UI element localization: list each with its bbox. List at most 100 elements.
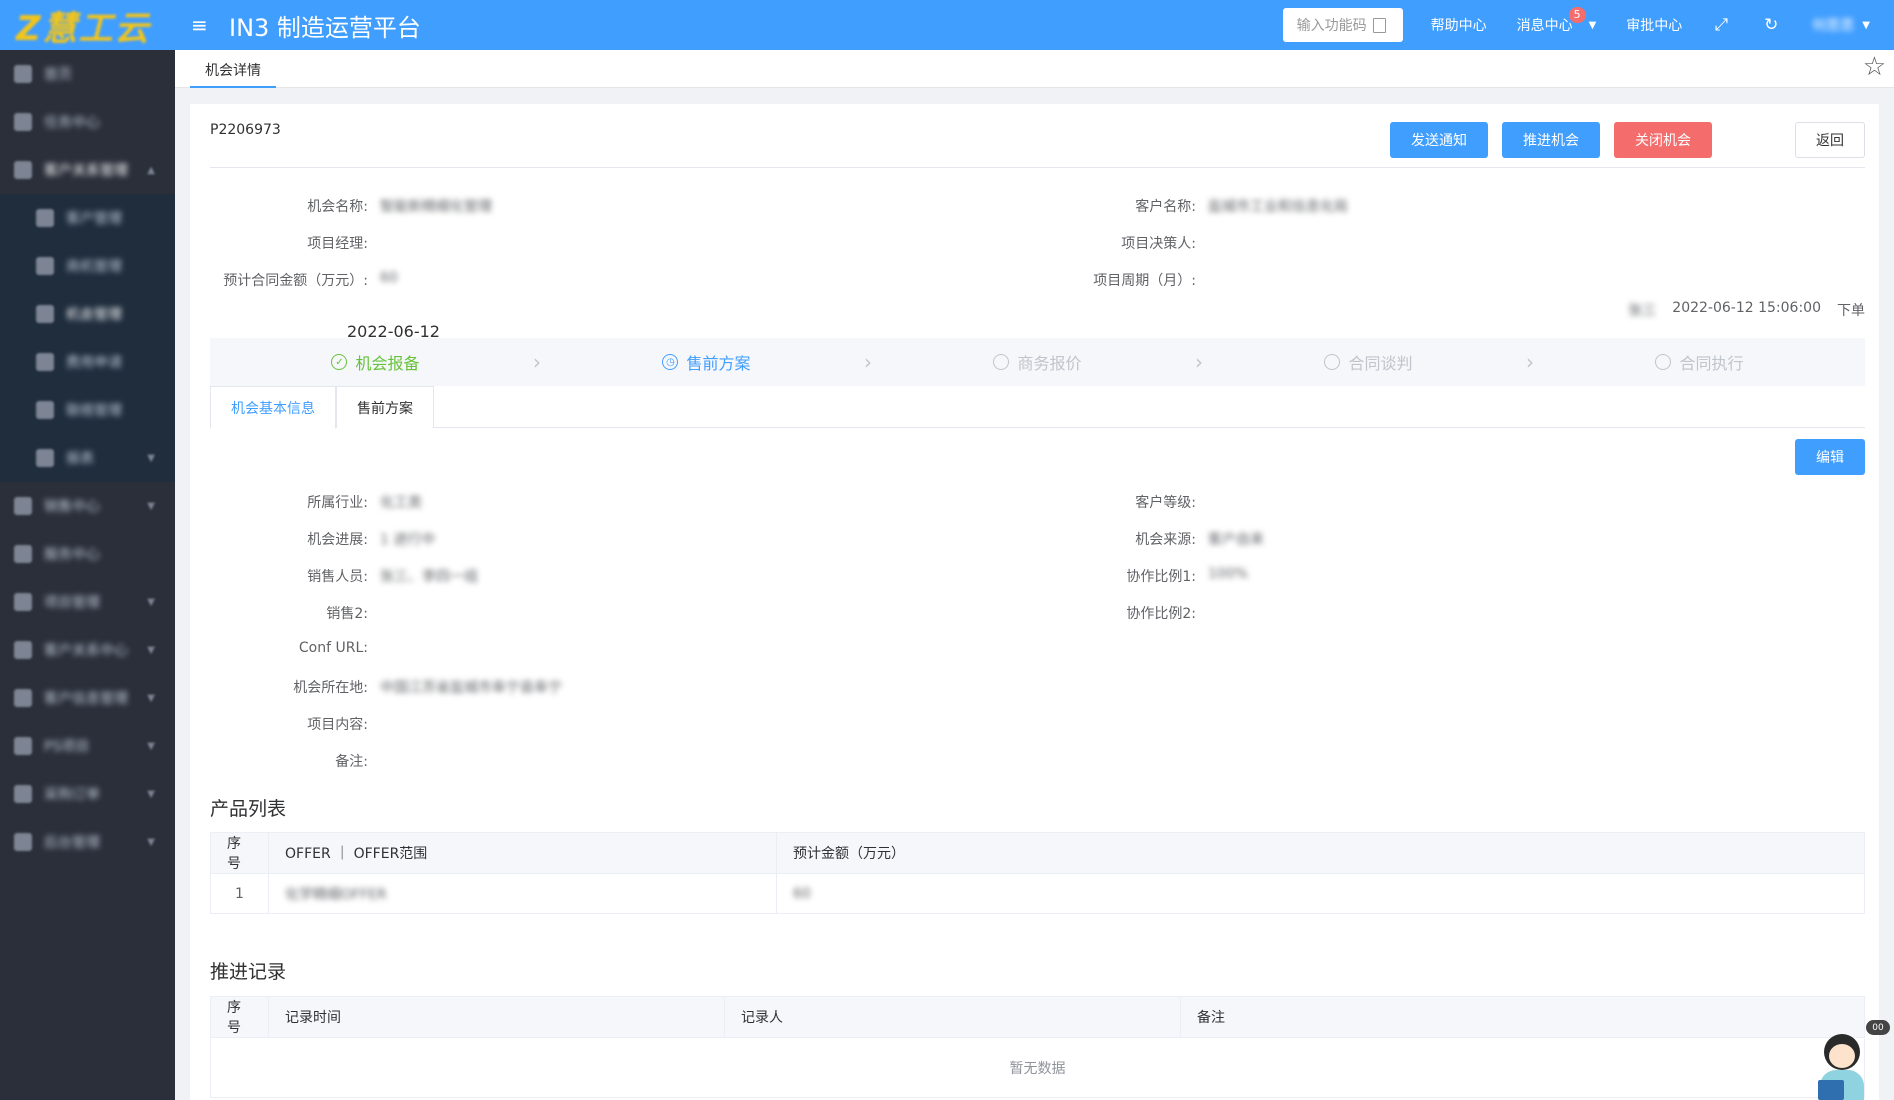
- sidebar-item-tasks[interactable]: 任务中心: [0, 98, 175, 146]
- header-divider: [210, 167, 1865, 168]
- step-label: 合同谈判: [1348, 354, 1413, 373]
- step-negotiation: 合同谈判 ›: [1203, 338, 1534, 386]
- sidebar-item-label: 首页: [44, 67, 72, 83]
- table-header-row: 序号 记录时间 记录人 备注: [210, 996, 1865, 1038]
- sidebar-item-sales[interactable]: 销售中心 ▼: [0, 482, 175, 530]
- sidebar-item-label: 报表: [66, 451, 94, 467]
- field-project-manager: 项目经理:: [210, 233, 380, 253]
- step-label: 机会报备: [355, 354, 420, 373]
- sidebar-item-customer-info[interactable]: 客户信息管理 ▼: [0, 674, 175, 722]
- chevron-down-icon: ▼: [147, 500, 155, 512]
- user-name[interactable]: 何思思: [1812, 15, 1854, 35]
- chevron-down-icon[interactable]: ▼: [1589, 20, 1597, 31]
- chevron-up-icon: ▲: [147, 164, 155, 176]
- field-label: 项目内容:: [307, 717, 368, 733]
- field-opportunity-name: 机会名称: 智能新精细化管理: [210, 196, 492, 216]
- field-progress: 机会进展: 1 进行中: [210, 529, 435, 549]
- field-label: 机会名称:: [307, 199, 368, 215]
- circle-icon: [993, 354, 1010, 370]
- record-creator: 张三: [1628, 303, 1657, 319]
- crm-icon: [14, 161, 32, 179]
- field-value: 100%: [1208, 566, 1249, 582]
- chevron-down-icon: ▼: [147, 788, 155, 800]
- customer-icon: [36, 209, 54, 227]
- field-project-content: 项目内容:: [210, 714, 380, 734]
- avatar-face: [1829, 1044, 1855, 1068]
- field-value: 中国江苏省盐城市阜宁县阜宁: [380, 680, 562, 696]
- field-location: 机会所在地: 中国江苏省盐城市阜宁县阜宁: [210, 677, 562, 697]
- logo[interactable]: Z慧工云: [0, 0, 175, 50]
- advance-opportunity-button[interactable]: 推进机会: [1502, 122, 1600, 158]
- column-header: 序号: [210, 996, 269, 1038]
- detail-tabs: 机会基本信息 售前方案: [210, 386, 1865, 429]
- close-opportunity-button[interactable]: 关闭机会: [1614, 122, 1712, 158]
- project-icon: [14, 593, 32, 611]
- home-icon: [14, 65, 32, 83]
- tab-presales-plan[interactable]: 售前方案: [336, 386, 434, 428]
- expense-icon: [36, 353, 54, 371]
- products-title: 产品列表: [210, 798, 287, 820]
- table-cell: 化学精细OFFER: [268, 873, 777, 914]
- sidebar-item-crm-center[interactable]: 客户关系中心 ▼: [0, 626, 175, 674]
- step-label: 合同执行: [1679, 354, 1744, 373]
- sidebar-item-home[interactable]: 首页: [0, 50, 175, 98]
- field-label: 销售人员:: [307, 569, 368, 585]
- field-conf-url: Conf URL:: [210, 640, 380, 656]
- sidebar-item-contacts[interactable]: 联络管理: [0, 386, 175, 434]
- sidebar-item-label: 后台管理: [44, 835, 100, 851]
- phone-icon: [36, 401, 54, 419]
- field-label: 所属行业:: [307, 495, 368, 511]
- send-notification-button[interactable]: 发送通知: [1390, 122, 1488, 158]
- refresh-icon[interactable]: ↻: [1762, 15, 1780, 35]
- sidebar-item-crm[interactable]: 客户关系管理 ▲: [0, 146, 175, 194]
- function-code-placeholder: 输入功能码: [1296, 18, 1367, 34]
- step-quotation: 商务报价 ›: [872, 338, 1203, 386]
- sidebar-item-service[interactable]: 服务中心: [0, 530, 175, 578]
- back-button[interactable]: 返回: [1795, 122, 1865, 158]
- sidebar-item-label: 销售中心: [44, 499, 100, 515]
- sidebar-item-reports[interactable]: 报表 ▼: [0, 434, 175, 482]
- help-center-link[interactable]: 帮助中心: [1431, 15, 1487, 35]
- edit-button[interactable]: 编辑: [1795, 439, 1865, 475]
- customer-service-avatar[interactable]: [1814, 1022, 1870, 1100]
- tab-opportunity-detail[interactable]: 机会详情: [190, 54, 276, 88]
- field-label: 客户等级:: [1135, 495, 1196, 511]
- sidebar-item-purchase[interactable]: 采购订单 ▼: [0, 770, 175, 818]
- field-ratio1: 协作比例1: 100%: [1038, 566, 1248, 586]
- sidebar-item-admin[interactable]: 后台管理 ▼: [0, 818, 175, 866]
- app-title: IN3 制造运营平台: [229, 13, 421, 42]
- user-chevron-down-icon[interactable]: ▼: [1862, 20, 1870, 31]
- function-code-input[interactable]: 输入功能码: [1282, 8, 1403, 42]
- chevron-down-icon: ▼: [147, 692, 155, 704]
- sidebar-item-leads[interactable]: 商机管理: [0, 242, 175, 290]
- star-icon[interactable]: ☆: [1863, 52, 1886, 82]
- sidebar-item-ps-project[interactable]: PS项目 ▼: [0, 722, 175, 770]
- menu-toggle-icon[interactable]: ≡: [191, 13, 215, 37]
- tab-basic-info[interactable]: 机会基本信息: [210, 386, 336, 429]
- field-label: Conf URL:: [298, 640, 368, 656]
- sidebar-item-opportunities[interactable]: 机会管理: [0, 290, 175, 338]
- sidebar-item-projects[interactable]: 项目管理 ▼: [0, 578, 175, 626]
- message-center-link[interactable]: 消息中心 5: [1517, 7, 1586, 35]
- approval-center-link[interactable]: 审批中心: [1626, 15, 1682, 35]
- field-customer-name: 客户名称: 盐城市工业和信息化局: [1038, 196, 1348, 216]
- field-label: 机会进展:: [307, 532, 368, 548]
- fullscreen-icon[interactable]: ⤢: [1712, 15, 1730, 35]
- field-value: 智能新精细化管理: [380, 199, 492, 215]
- progress-steps: ✓ 机会报备 › ◷ 售前方案 › 商务报价 › 合同谈判 › 合同执行: [210, 338, 1865, 386]
- sidebar-item-expenses[interactable]: 费用申请: [0, 338, 175, 386]
- sidebar-item-customers[interactable]: 客户管理: [0, 194, 175, 242]
- field-project-decision-maker: 项目决策人:: [1038, 233, 1208, 253]
- field-sales-person: 销售人员: 张三、李四一组: [210, 566, 478, 586]
- laptop-icon: [1818, 1080, 1844, 1100]
- chevron-right-icon: ›: [1526, 350, 1534, 374]
- field-label: 项目周期（月）:: [1093, 273, 1196, 289]
- field-sales2: 销售2:: [210, 603, 380, 623]
- field-value: 张三、李四一组: [380, 569, 478, 585]
- chevron-down-icon: ▼: [147, 836, 155, 848]
- chevron-down-icon: ▼: [147, 740, 155, 752]
- sidebar-item-label: 采购订单: [44, 787, 100, 803]
- message-count-badge: 5: [1568, 7, 1586, 23]
- sidebar-item-label: 任务中心: [44, 115, 100, 131]
- sidebar-item-label: 客户信息管理: [44, 691, 128, 707]
